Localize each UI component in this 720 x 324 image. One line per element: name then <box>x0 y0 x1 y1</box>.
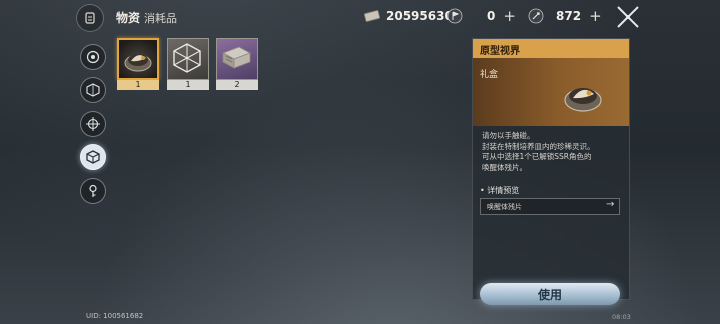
cube-icon <box>86 150 100 164</box>
stamina-icon <box>528 8 544 24</box>
clock: 08:03 <box>612 313 631 321</box>
page-title: 物资 <box>116 11 141 25</box>
top-bar <box>0 0 720 34</box>
flag-add-button[interactable]: + <box>503 7 516 25</box>
ticket-currency: 20595630 <box>364 6 453 26</box>
nav-target[interactable] <box>80 111 106 137</box>
description-line: 封装在特制培养皿内的珍稀灵识。 <box>482 141 595 151</box>
arrow-right-icon[interactable]: → <box>606 199 614 210</box>
user-id: UID: 100561682 <box>86 312 144 320</box>
ticket-icon <box>364 8 380 24</box>
wire-cube-icon <box>173 43 201 73</box>
close-button[interactable] <box>614 3 642 31</box>
ticket-amount: 20595630 <box>386 9 453 23</box>
item-name: 礼盒 <box>480 70 499 80</box>
close-icon <box>617 6 639 28</box>
compass-icon <box>86 50 100 64</box>
item-count: 1 <box>117 80 159 90</box>
description-line: 唤醒体残片。 <box>482 162 527 172</box>
nav-compass[interactable] <box>80 44 106 70</box>
flag-amount: 0 <box>487 9 496 23</box>
stamina-amount: 872 <box>556 9 582 23</box>
detail-preview-text: 唤醒体残片 <box>487 203 522 211</box>
item-count: 1 <box>167 80 209 90</box>
home-icon <box>85 12 95 24</box>
key-icon <box>89 184 97 197</box>
flag-icon <box>447 8 463 24</box>
item-slot-wire-cube[interactable]: 1 <box>167 38 209 90</box>
detail-title: 原型视界 <box>480 46 520 57</box>
nav-key[interactable] <box>80 178 106 204</box>
gift-box-icon <box>124 54 152 72</box>
nav-cube[interactable] <box>80 144 106 170</box>
target-icon <box>86 117 100 131</box>
stamina-currency: 872 + <box>528 6 602 26</box>
home-button[interactable] <box>76 4 104 32</box>
item-description: 请勿以手触碰。 封装在特制培养皿内的珍稀灵识。 可从中选择1个已解锁SSR角色的… <box>482 131 622 173</box>
page-subtitle: 消耗品 <box>144 12 177 25</box>
stamina-add-button[interactable]: + <box>589 7 602 25</box>
gift-box-large-icon <box>564 88 602 112</box>
nav-dice[interactable] <box>80 77 106 103</box>
dice-icon <box>86 83 100 97</box>
metal-tome-icon <box>222 46 251 69</box>
detail-preview-title: • 详情预览 <box>480 186 520 195</box>
description-line: 可从中选择1个已解锁SSR角色的 <box>482 152 592 161</box>
item-slot-metal-tome[interactable]: 2 <box>216 38 258 90</box>
item-slot-gift-box[interactable]: 1 <box>117 38 159 90</box>
item-count: 2 <box>216 80 258 90</box>
flag-currency: 0 + <box>447 6 516 26</box>
description-line: 请勿以手触碰。 <box>482 131 535 140</box>
use-button[interactable]: 使用 <box>480 283 620 305</box>
